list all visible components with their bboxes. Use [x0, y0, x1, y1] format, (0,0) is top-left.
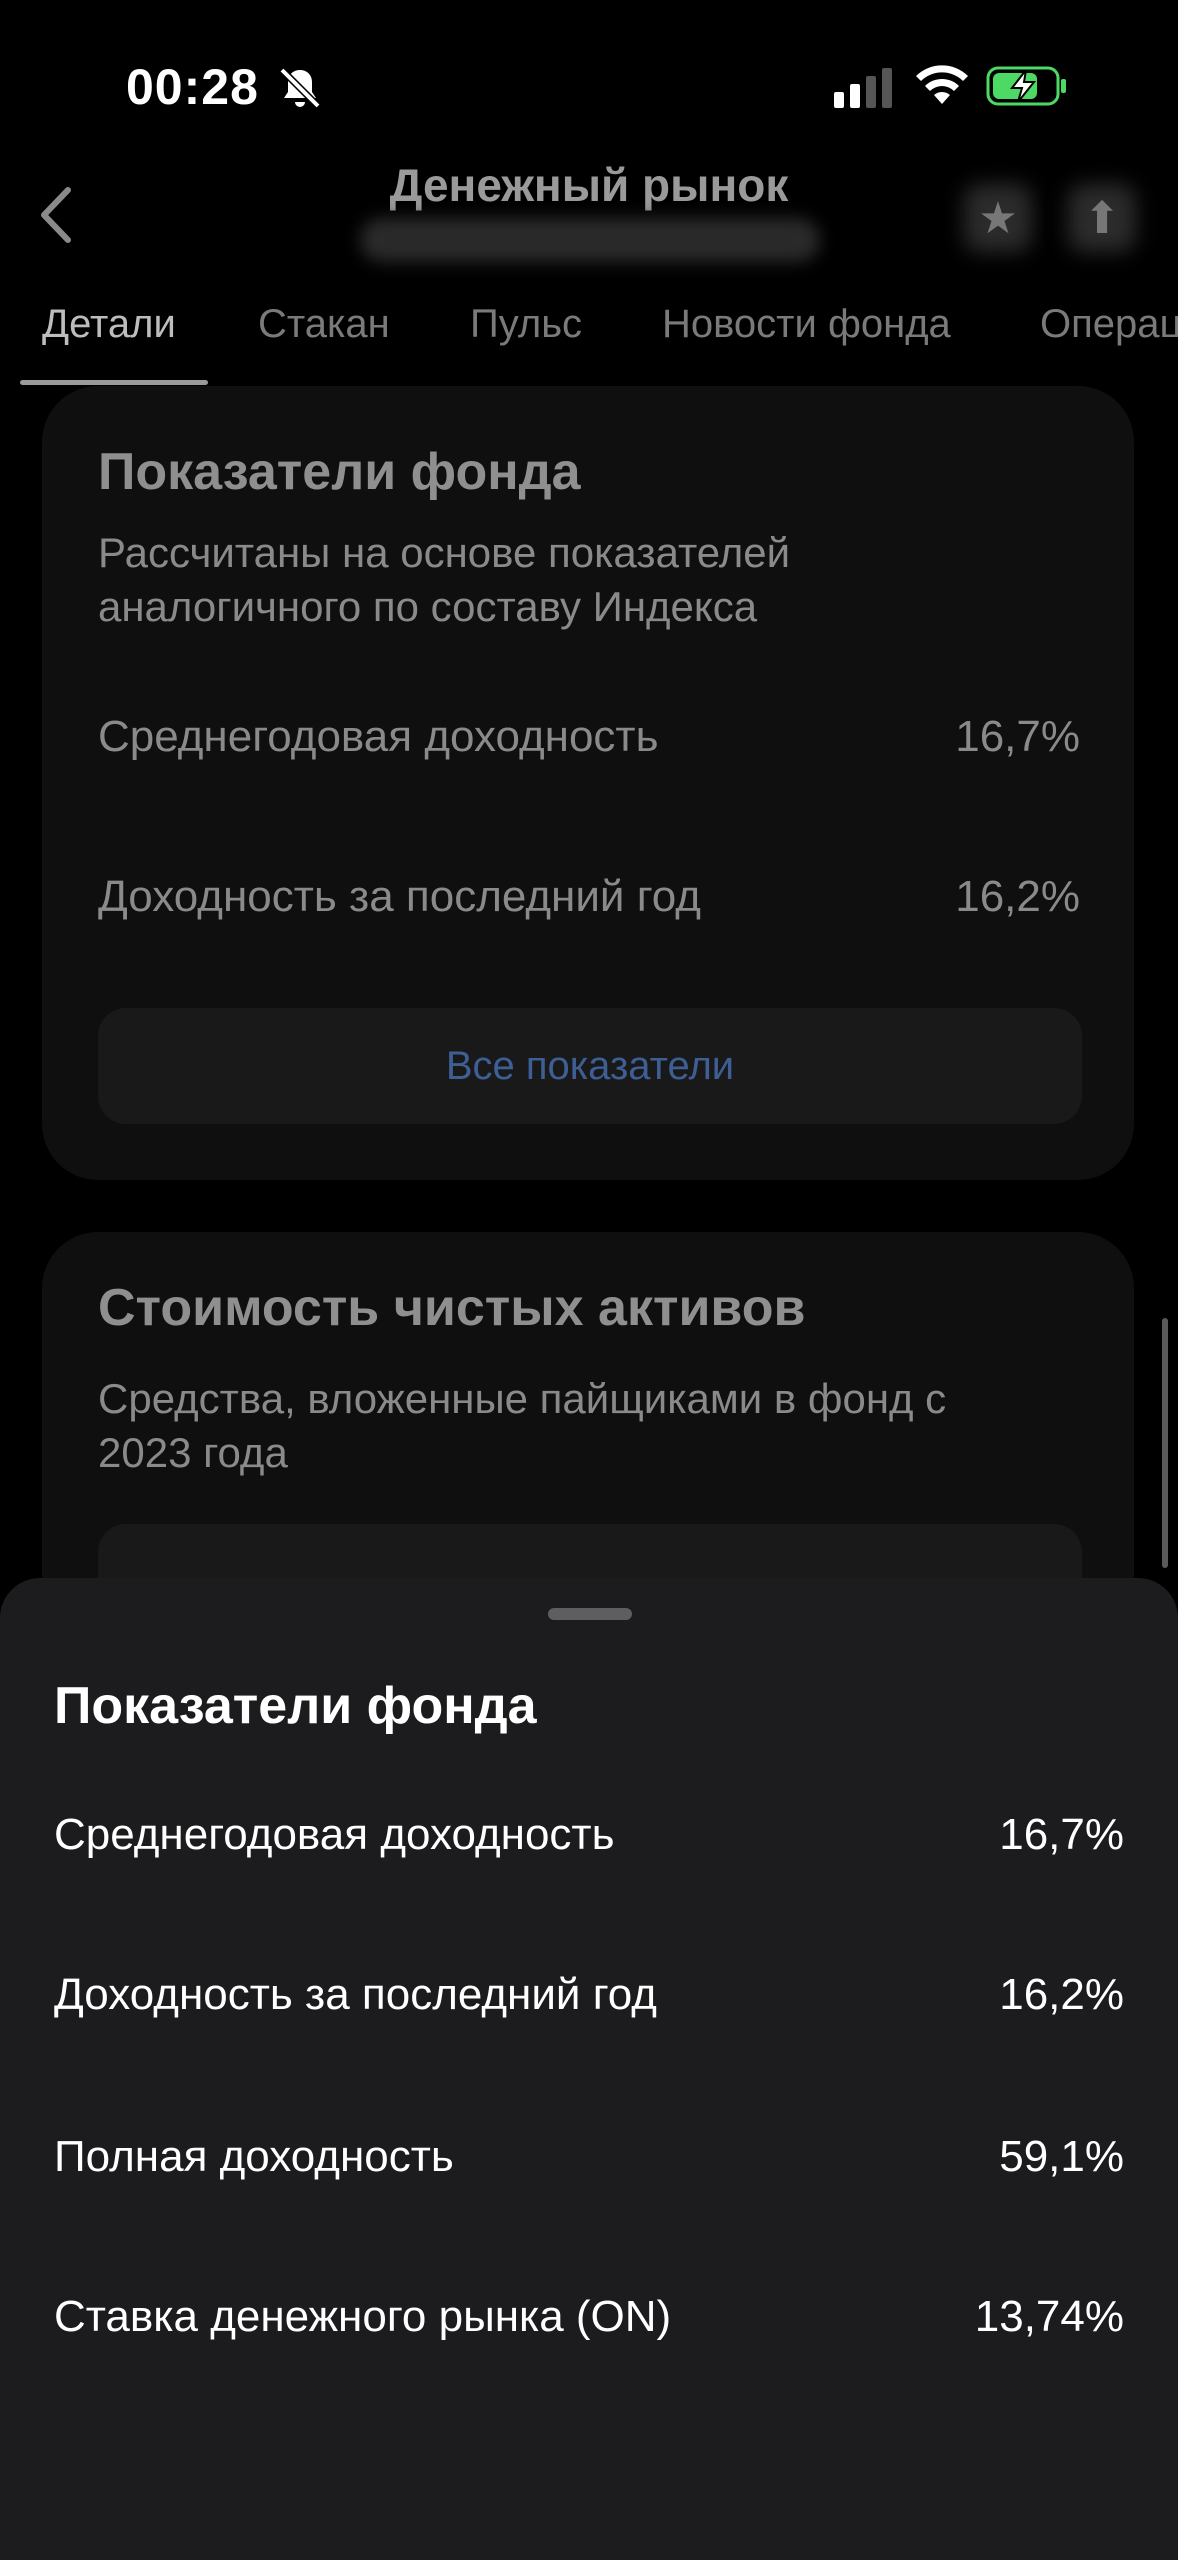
metric-row: Среднегодовая доходность 16,7%	[98, 712, 1080, 762]
scrollbar[interactable]	[1162, 1318, 1168, 1568]
card-description: Рассчитаны на основе показателей аналоги…	[98, 529, 791, 630]
sheet-title: Показатели фонда	[54, 1677, 537, 1735]
tab-bar: Детали Стакан Пульс Новости фонда Операц	[0, 290, 1178, 386]
metric-value: 13,74%	[974, 2292, 1124, 2341]
tab-operations[interactable]: Операц	[1040, 302, 1178, 347]
active-tab-indicator	[20, 380, 208, 385]
metric-label: Среднегодовая доходность	[98, 712, 659, 761]
cellular-signal-icon	[834, 68, 892, 108]
sheet-metric-row: Полная доходность 59,1%	[54, 2132, 1124, 2182]
metric-label: Полная доходность	[54, 2132, 454, 2181]
all-metrics-button[interactable]: Все показатели	[98, 1008, 1082, 1124]
sheet-metric-row: Доходность за последний год 16,2%	[54, 1970, 1124, 2020]
screen: 00:28 Денежный рынок ★ ⬆ Детали Стакан П…	[0, 0, 1178, 2560]
card-title: Показатели фонда	[98, 443, 581, 501]
metric-value: 16,2%	[955, 872, 1080, 921]
tab-order-book[interactable]: Стакан	[258, 302, 390, 347]
metric-label: Среднегодовая доходность	[54, 1810, 615, 1859]
favorite-button[interactable]: ★	[958, 178, 1038, 258]
fund-metrics-sheet: Показатели фонда Среднегодовая доходност…	[0, 1578, 1178, 2560]
header: Денежный рынок ★ ⬆	[0, 150, 1178, 280]
metric-value: 16,7%	[955, 712, 1080, 761]
metric-value: 16,2%	[999, 1970, 1124, 2019]
card-title: Стоимость чистых активов	[98, 1279, 806, 1337]
star-icon: ★	[978, 193, 1018, 243]
bell-off-icon	[279, 67, 321, 109]
status-time: 00:28	[126, 59, 259, 115]
status-bar: 00:28	[0, 0, 1178, 150]
sheet-metric-row: Ставка денежного рынка (ON) 13,74%	[54, 2292, 1124, 2342]
metric-value: 59,1%	[999, 2132, 1124, 2181]
net-assets-card: Стоимость чистых активов Средства, вложе…	[42, 1232, 1134, 1664]
metric-label: Ставка денежного рынка (ON)	[54, 2292, 672, 2341]
metric-label: Доходность за последний год	[98, 872, 701, 921]
tab-pulse[interactable]: Пульс	[470, 302, 582, 347]
wifi-icon	[916, 65, 968, 104]
battery-charging-icon	[986, 66, 1066, 106]
share-icon: ⬆	[1083, 193, 1121, 243]
metric-row: Доходность за последний год 16,2%	[98, 872, 1080, 922]
tab-details[interactable]: Детали	[42, 302, 176, 347]
header-subtitle-redacted	[360, 218, 820, 262]
fund-metrics-card: Показатели фонда Рассчитаны на основе по…	[42, 386, 1134, 1180]
sheet-metric-row: Среднегодовая доходность 16,7%	[54, 1810, 1124, 1860]
card-description: Средства, вложенные пайщиками в фонд с 2…	[98, 1375, 947, 1476]
tab-fund-news[interactable]: Новости фонда	[662, 302, 951, 347]
metric-label: Доходность за последний год	[54, 1970, 657, 2019]
sheet-grabber[interactable]	[548, 1608, 632, 1620]
metric-value: 16,7%	[999, 1810, 1124, 1859]
share-button[interactable]: ⬆	[1062, 178, 1142, 258]
